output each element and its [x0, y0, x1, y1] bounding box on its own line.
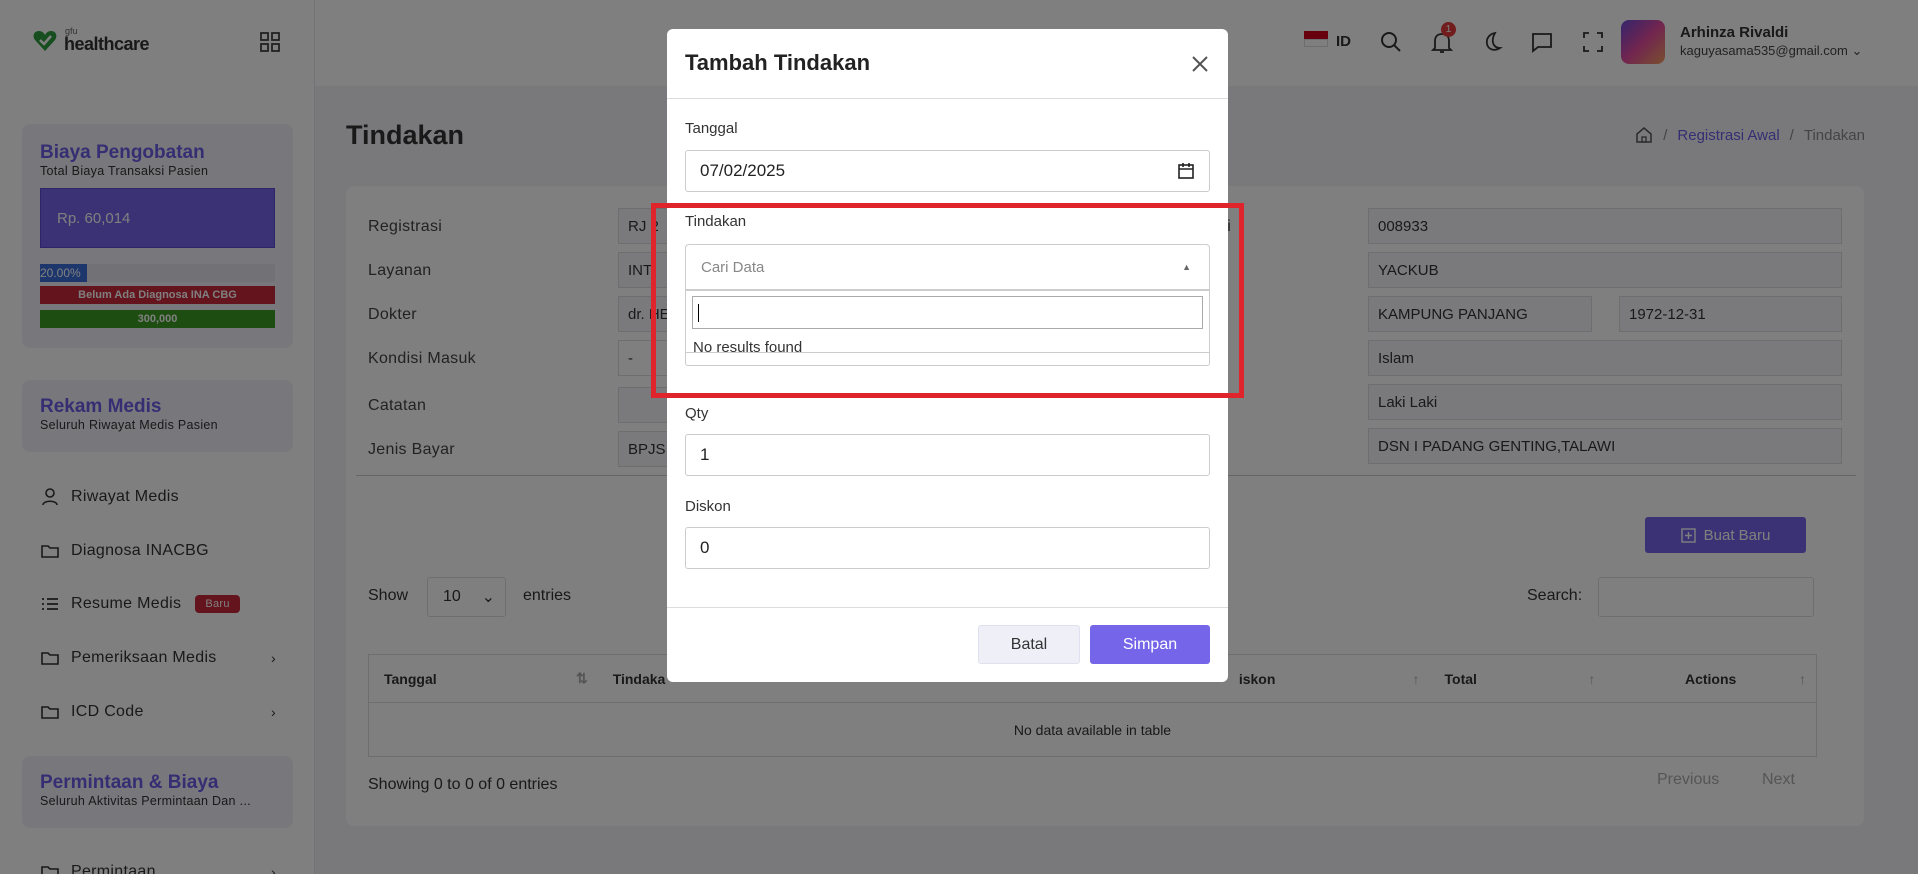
diskon-input[interactable]: 0 [685, 527, 1210, 569]
highlight-box [651, 203, 1244, 398]
tanggal-date-input[interactable]: 07/02/2025 [685, 150, 1210, 192]
modal-title: Tambah Tindakan [685, 50, 871, 75]
tanggal-label: Tanggal [685, 120, 738, 137]
batal-button[interactable]: Batal [978, 625, 1080, 664]
tanggal-value: 07/02/2025 [700, 161, 786, 180]
diskon-label: Diskon [685, 498, 731, 515]
modal-footer-divider [667, 607, 1228, 608]
close-icon[interactable] [1189, 53, 1211, 75]
calendar-icon[interactable] [1177, 162, 1195, 180]
diskon-value: 0 [700, 538, 710, 557]
qty-input[interactable]: 1 [685, 434, 1210, 476]
modal-header-divider [667, 98, 1228, 99]
simpan-button[interactable]: Simpan [1090, 625, 1210, 664]
qty-value: 1 [700, 445, 710, 464]
qty-label: Qty [685, 405, 709, 422]
